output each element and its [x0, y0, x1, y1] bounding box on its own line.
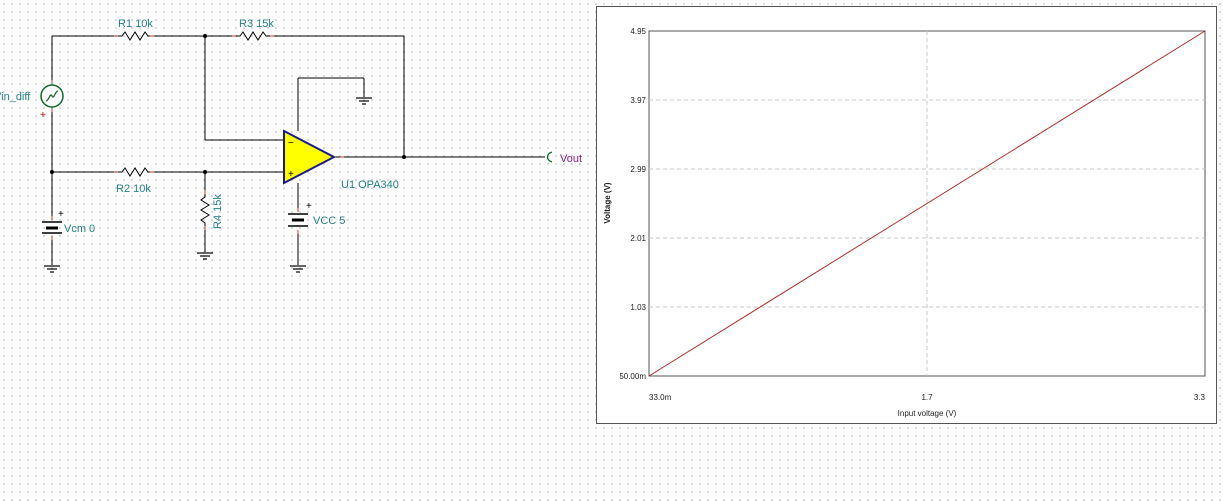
svg-text:+: +: [58, 209, 64, 220]
vcm-label: Vcm 0: [64, 223, 95, 235]
svg-text:+: +: [288, 169, 294, 180]
junction-dots: [50, 34, 406, 174]
svg-text:+: +: [40, 110, 46, 121]
battery-vcm-symbol[interactable]: +: [42, 209, 64, 234]
resistor-r2-symbol[interactable]: [116, 167, 152, 177]
vcc-label: VCC 5: [313, 215, 345, 227]
r2-label: R2 10k: [116, 183, 151, 195]
resistor-r3-symbol[interactable]: [234, 31, 272, 41]
pin-markers: [51, 35, 344, 240]
ground-icon: [44, 265, 60, 273]
x-tick-label: 3.3: [1194, 393, 1206, 402]
source-label: Vin_diff: [0, 91, 31, 103]
resistor-r1-symbol[interactable]: [116, 31, 152, 41]
y-tick-label: 2.01: [630, 234, 646, 243]
x-axis-label: Input voltage (V): [898, 409, 957, 418]
y-tick-label: 1.03: [630, 303, 646, 312]
r4-label: R4 15k: [212, 194, 224, 229]
ground-icon: [197, 252, 213, 260]
line-chart: 50.00m 1.03 2.01 2.99 3.97 4.95 33.0m 1.7 3.3 In…: [603, 27, 1206, 418]
svg-text:−: −: [288, 138, 294, 149]
vout-label: Vout: [560, 153, 582, 165]
resistor-r4-symbol[interactable]: [200, 192, 210, 228]
y-axis-label: Voltage (V): [603, 182, 612, 224]
ground-icon: [356, 97, 372, 105]
ground-icon: [290, 265, 306, 273]
output-terminal-icon[interactable]: [546, 151, 553, 163]
x-tick-label: 33.0m: [649, 393, 672, 402]
svg-text:+: +: [306, 201, 312, 212]
x-tick-label: 1.7: [921, 393, 933, 402]
y-tick-label: 4.95: [630, 27, 646, 36]
y-tick-label: 3.97: [630, 96, 646, 105]
schematic-diagram: + + + − + Vin_diff R1 10k R3 15k R2 10k …: [0, 18, 582, 273]
y-tick-label: 2.99: [630, 165, 646, 174]
plot-window: 50.00m 1.03 2.01 2.99 3.97 4.95 33.0m 1.7 3.3 In…: [596, 6, 1217, 424]
r3-label: R3 15k: [239, 18, 274, 30]
battery-vcc-symbol[interactable]: +: [288, 201, 312, 227]
op-amp-symbol[interactable]: − +: [283, 129, 337, 185]
y-tick-label: 50.00m: [619, 372, 646, 381]
opamp-label: U1 OPA340: [341, 179, 399, 191]
r1-label: R1 10k: [118, 18, 153, 30]
